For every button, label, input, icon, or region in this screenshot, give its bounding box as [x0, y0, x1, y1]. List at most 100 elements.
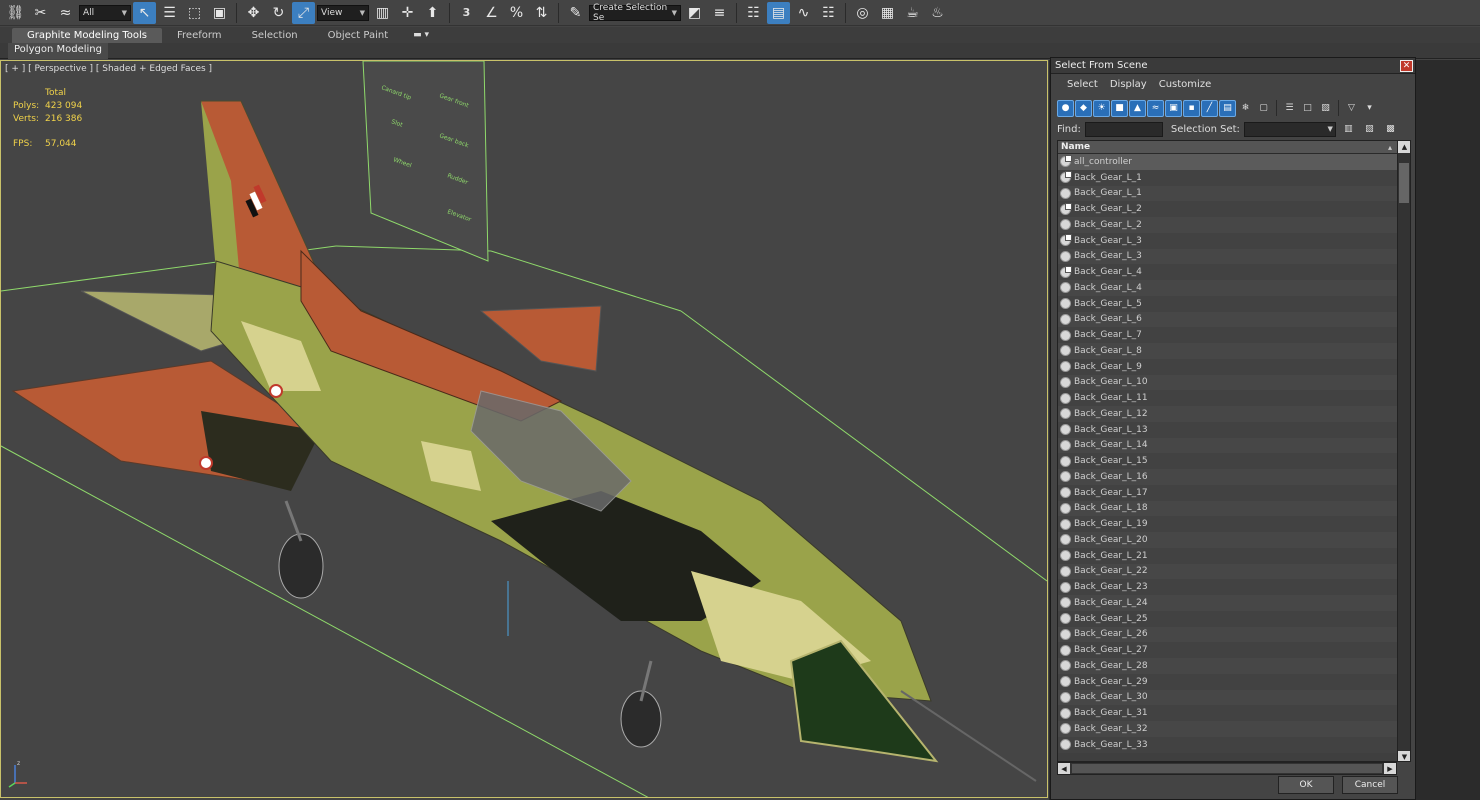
list-item[interactable]: Back_Gear_L_33: [1058, 736, 1398, 753]
list-item[interactable]: Back_Gear_L_28: [1058, 658, 1398, 674]
list-item[interactable]: Back_Gear_L_18: [1058, 500, 1398, 517]
scene-canvas[interactable]: Canard tip Gear front Slot Gear back Whe…: [1, 61, 1048, 798]
scroll-right-icon[interactable]: ▶: [1384, 763, 1396, 774]
list-item[interactable]: Back_Gear_L_27: [1058, 642, 1398, 658]
list-item[interactable]: Back_Gear_L_6: [1058, 311, 1398, 328]
select-invert-icon[interactable]: ▧: [1317, 100, 1334, 117]
ok-button[interactable]: OK: [1278, 776, 1334, 794]
list-item[interactable]: Back_Gear_L_17: [1058, 484, 1398, 501]
find-input[interactable]: [1084, 121, 1163, 137]
dialog-title-bar[interactable]: Select From Scene ✕: [1051, 58, 1415, 74]
graphite-toolbar-icon[interactable]: ▤: [767, 1, 790, 24]
scale-icon[interactable]: ⤢: [292, 1, 315, 24]
scroll-thumb[interactable]: [1072, 764, 1382, 773]
align-icon[interactable]: ≡: [708, 2, 731, 24]
menu-select[interactable]: Select: [1061, 79, 1104, 90]
scroll-thumb[interactable]: [1399, 163, 1409, 203]
curve-editor-icon[interactable]: ∿: [792, 2, 815, 24]
list-item[interactable]: Back_Gear_L_32: [1058, 721, 1398, 737]
list-item[interactable]: Back_Gear_L_13: [1058, 421, 1398, 438]
selection-set-dropdown[interactable]: ▼: [1243, 121, 1336, 137]
tab-graphite-modeling-tools[interactable]: Graphite Modeling Tools: [12, 27, 163, 43]
layer-manager-icon[interactable]: ☷: [742, 2, 765, 24]
list-item[interactable]: Back_Gear_L_20: [1058, 532, 1398, 548]
render-production-icon[interactable]: ♨: [926, 2, 949, 24]
display-spacewarps-icon[interactable]: ≈: [1147, 99, 1164, 117]
pivot-center-icon[interactable]: ▥: [371, 2, 394, 24]
list-item[interactable]: Back_Gear_L_15: [1058, 453, 1398, 469]
select-and-manipulate-icon[interactable]: ✛: [396, 2, 419, 24]
scroll-down-icon[interactable]: ▼: [1398, 751, 1410, 761]
unlink-icon[interactable]: ✂: [29, 2, 52, 24]
select-all-icon[interactable]: ☰: [1281, 100, 1298, 117]
display-containers-icon[interactable]: ▤: [1219, 99, 1236, 117]
list-item[interactable]: Back_Gear_L_21: [1058, 547, 1398, 564]
bind-spacewarp-icon[interactable]: ≈: [54, 2, 77, 24]
tab-selection[interactable]: Selection: [237, 28, 313, 43]
scroll-up-icon[interactable]: ▲: [1398, 141, 1410, 153]
material-editor-icon[interactable]: ◎: [851, 2, 874, 24]
rectangle-selection-icon[interactable]: ⬚: [183, 2, 206, 24]
perspective-viewport[interactable]: Canard tip Gear front Slot Gear back Whe…: [0, 60, 1048, 798]
list-header[interactable]: Name ▴: [1058, 141, 1398, 154]
edit-named-selection-icon[interactable]: ✎: [564, 2, 587, 24]
list-item[interactable]: Back_Gear_L_4: [1058, 280, 1398, 296]
render-setup-icon[interactable]: ▦: [876, 2, 899, 24]
remove-from-selection-set-icon[interactable]: ▩: [1382, 121, 1399, 138]
spinner-snap-icon[interactable]: ⇅: [530, 2, 553, 24]
display-frozen-icon[interactable]: ❄: [1237, 100, 1254, 117]
list-item[interactable]: Back_Gear_L_7: [1058, 327, 1398, 343]
percent-snap-icon[interactable]: %: [505, 2, 528, 24]
list-item[interactable]: Back_Gear_L_29: [1058, 673, 1398, 690]
list-item[interactable]: Back_Gear_L_10: [1058, 374, 1398, 391]
link-icon[interactable]: ⛓: [4, 2, 27, 24]
list-item[interactable]: Back_Gear_L_12: [1058, 406, 1398, 422]
menu-display[interactable]: Display: [1104, 79, 1153, 90]
list-item[interactable]: Back_Gear_L_14: [1058, 437, 1398, 454]
ribbon-options-icon[interactable]: ▬ ▾: [409, 30, 433, 40]
display-xrefs-icon[interactable]: ▪: [1183, 99, 1200, 117]
list-item[interactable]: Back_Gear_L_19: [1058, 516, 1398, 532]
select-object-icon[interactable]: ↖: [133, 1, 156, 24]
list-item[interactable]: Back_Gear_L_30: [1058, 689, 1398, 706]
mirror-icon[interactable]: ◩: [683, 2, 706, 24]
display-groups-icon[interactable]: ▣: [1165, 99, 1182, 117]
display-hidden-icon[interactable]: ▢: [1255, 100, 1272, 117]
list-item[interactable]: Back_Gear_L_3: [1058, 248, 1398, 265]
list-item[interactable]: Back_Gear_L_11: [1058, 390, 1398, 406]
list-item[interactable]: Back_Gear_L_16: [1058, 469, 1398, 485]
rotate-icon[interactable]: ↻: [267, 2, 290, 24]
vertical-scrollbar[interactable]: ▲ ▼: [1397, 141, 1410, 761]
list-item[interactable]: Back_Gear_L_25: [1058, 610, 1398, 627]
scene-object-list[interactable]: Name ▴ all_controller Back_Gear_L_1 Back_G…: [1057, 140, 1411, 762]
snaps-toggle-icon[interactable]: 3: [455, 2, 478, 24]
close-icon[interactable]: ✕: [1400, 59, 1413, 72]
select-none-icon[interactable]: □: [1299, 100, 1316, 117]
list-item[interactable]: Back_Gear_L_1: [1058, 185, 1398, 202]
list-item[interactable]: Back_Gear_L_22: [1058, 563, 1398, 580]
select-by-name-icon[interactable]: ☰: [158, 2, 181, 24]
selection-filter-dropdown[interactable]: All ▼: [79, 4, 131, 21]
tab-object-paint[interactable]: Object Paint: [313, 28, 404, 43]
list-item[interactable]: Back_Gear_L_2: [1058, 201, 1398, 217]
filter-icon[interactable]: ▽: [1343, 100, 1360, 117]
horizontal-scrollbar[interactable]: ◀ ▶: [1057, 762, 1397, 775]
polygon-modeling-panel[interactable]: Polygon Modeling: [8, 43, 108, 59]
list-item[interactable]: Back_Gear_L_4: [1058, 264, 1398, 280]
keyboard-shortcut-override-icon[interactable]: ⬆: [421, 2, 444, 24]
named-selection-set-dropdown[interactable]: Create Selection Se ▼: [589, 3, 681, 23]
list-item[interactable]: Back_Gear_L_24: [1058, 595, 1398, 611]
display-lights-icon[interactable]: ☀: [1093, 99, 1110, 117]
column-name-header[interactable]: Name: [1061, 142, 1090, 152]
filter-options-icon[interactable]: ▾: [1361, 100, 1378, 117]
display-bones-icon[interactable]: ╱: [1201, 99, 1218, 117]
list-item[interactable]: Back_Gear_L_9: [1058, 358, 1398, 375]
add-to-selection-set-icon[interactable]: ▨: [1361, 121, 1378, 138]
window-crossing-icon[interactable]: ▣: [208, 2, 231, 24]
viewport-label[interactable]: [ + ] [ Perspective ] [ Shaded + Edged F…: [5, 64, 212, 74]
list-item[interactable]: Back_Gear_L_2: [1058, 217, 1398, 233]
list-item[interactable]: Back_Gear_L_31: [1058, 705, 1398, 721]
list-item[interactable]: Back_Gear_L_5: [1058, 295, 1398, 312]
menu-customize[interactable]: Customize: [1153, 79, 1218, 90]
list-item[interactable]: Back_Gear_L_1: [1058, 169, 1398, 186]
